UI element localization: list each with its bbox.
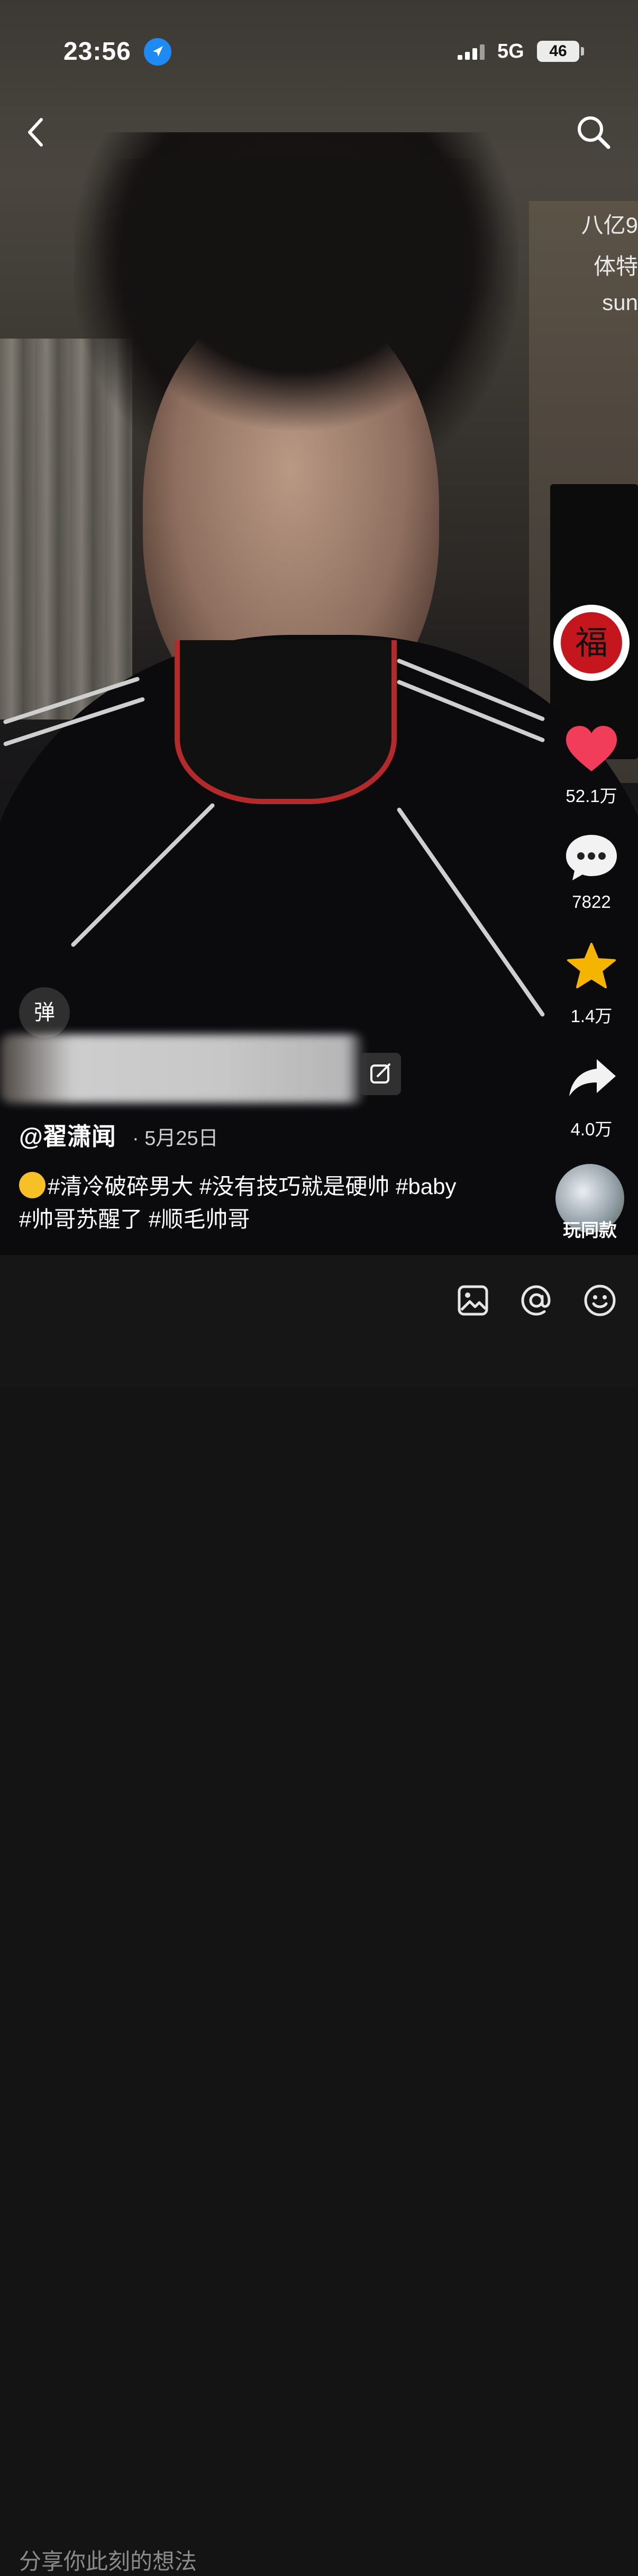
image-icon[interactable] [457, 1285, 489, 1316]
like-heart-icon[interactable] [565, 725, 618, 773]
favorite-count: 1.4万 [570, 1006, 613, 1026]
back-icon[interactable] [23, 116, 50, 148]
author-name[interactable]: @翟潇闻 [19, 1117, 116, 1152]
edit-icon [370, 1063, 390, 1084]
blurred-danmu-bar [0, 1034, 365, 1103]
thinking-emoji-icon [19, 1172, 45, 1198]
comment-count: 7822 [572, 892, 611, 912]
search-icon[interactable] [575, 113, 613, 151]
overlay-text-line-3: sun [602, 290, 638, 315]
comment-bar: 分享你此刻的想法 [0, 1255, 638, 2574]
post-caption[interactable]: #清冷破碎男大 #没有技巧就是硬帅 #baby #帅哥苏醒了 #顺毛帅哥 [19, 1170, 495, 1236]
battery-icon: 46 [537, 41, 579, 62]
caption-line-1: #清冷破碎男大 #没有技巧就是硬帅 #baby [19, 1170, 495, 1203]
overlay-text-line-2: 体特 [593, 254, 638, 279]
signal-icon [458, 44, 485, 60]
network-type: 5G [497, 40, 524, 62]
like-count: 52.1万 [566, 786, 617, 806]
caption-line-2[interactable]: #帅哥苏醒了 #顺毛帅哥 [19, 1203, 495, 1236]
battery-tip [581, 47, 584, 56]
emoji-icon[interactable] [583, 1284, 617, 1317]
edit-danmu-button[interactable] [360, 1053, 401, 1095]
share-count: 4.0万 [570, 1119, 613, 1139]
person-collar [175, 640, 397, 804]
same-style-label[interactable]: 玩同款 [555, 1216, 624, 1242]
comment-icon[interactable] [564, 833, 619, 882]
person-fringe [90, 159, 503, 434]
favorite-star-icon[interactable] [566, 942, 617, 990]
status-time: 23:56 [63, 38, 131, 66]
at-mention-icon[interactable] [519, 1284, 553, 1317]
location-icon [144, 38, 171, 66]
share-arrow-icon[interactable] [568, 1057, 617, 1098]
post-date: · 5月25日 [132, 1127, 218, 1150]
comment-input[interactable]: 分享你此刻的想法 [19, 2544, 197, 2576]
fu-badge-char: 福 [561, 612, 622, 673]
fu-badge-avatar[interactable]: 福 [553, 605, 630, 681]
danmu-toggle-button[interactable]: 弹 [19, 987, 70, 1038]
overlay-text-line-1: 八亿9 [581, 213, 638, 238]
caption-hashtags-1[interactable]: #清冷破碎男大 #没有技巧就是硬帅 #baby [48, 1174, 457, 1199]
